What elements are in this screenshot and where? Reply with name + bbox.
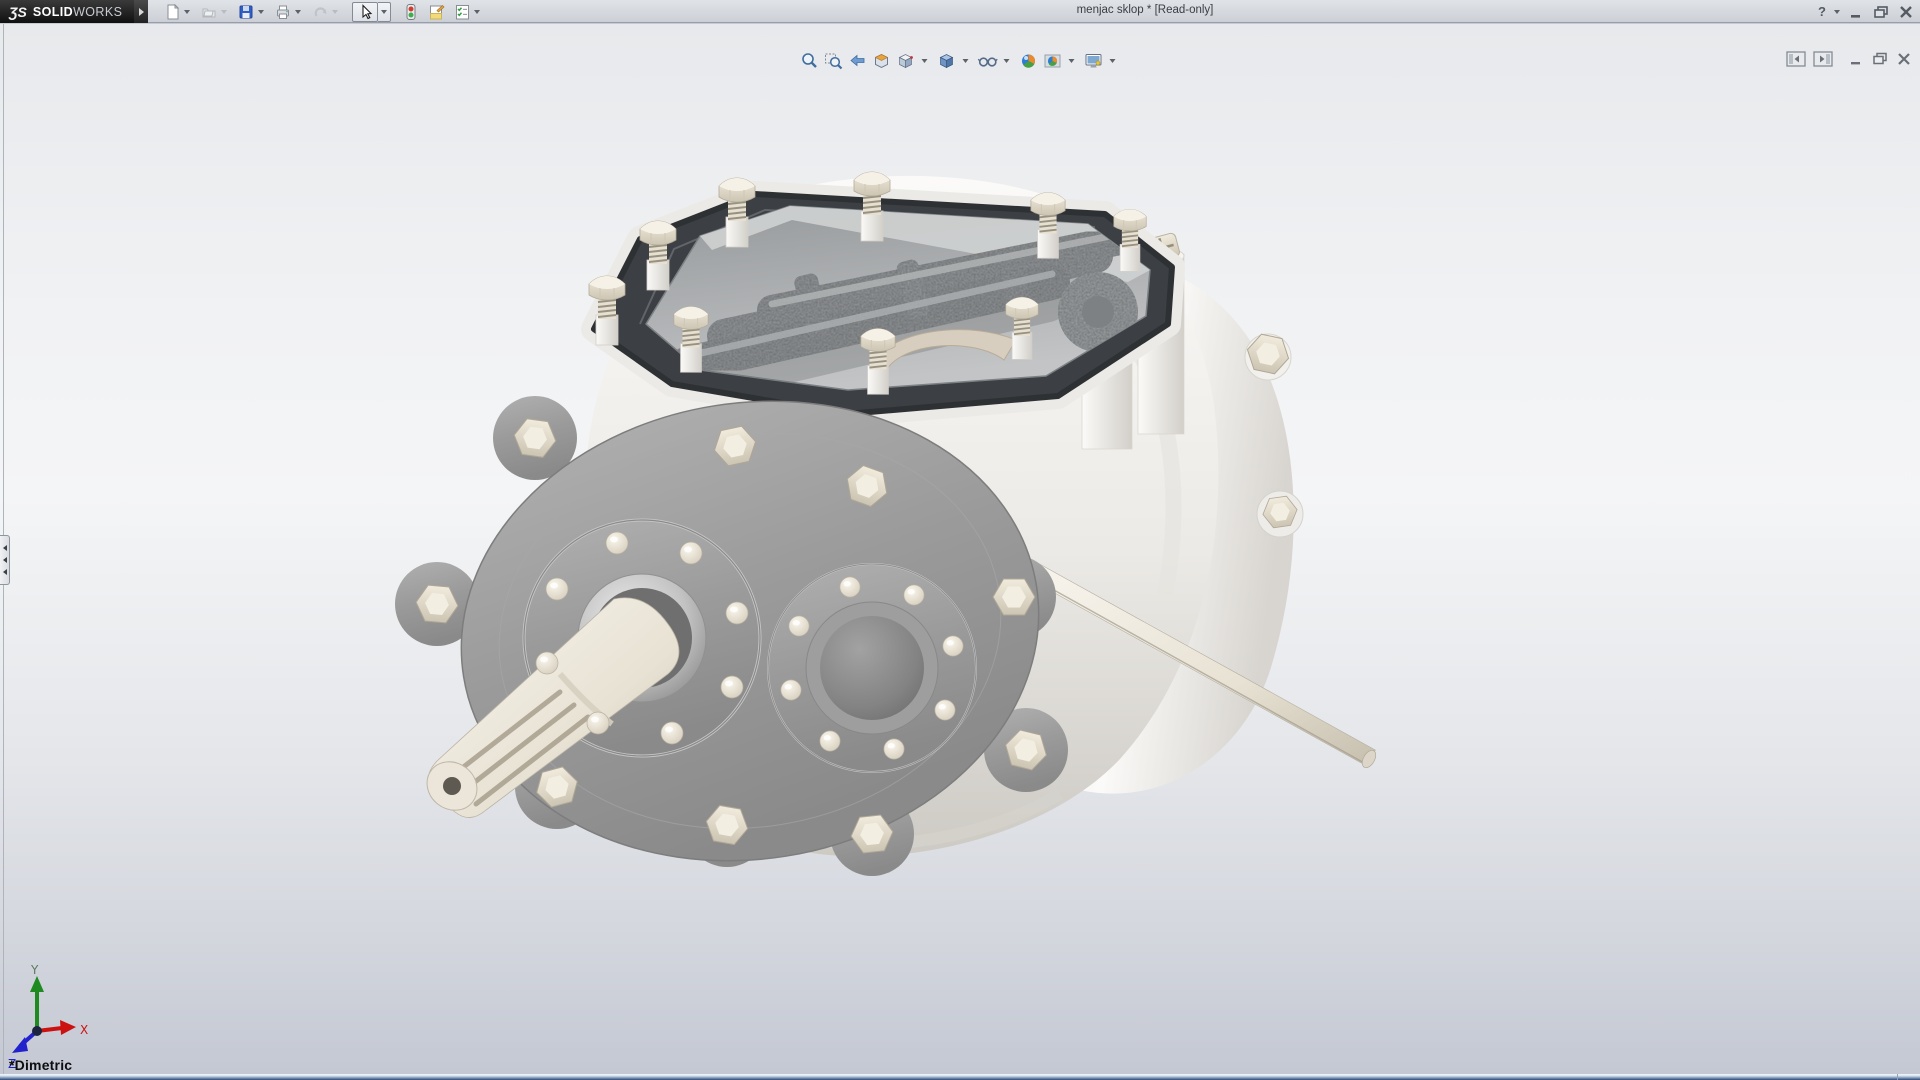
- restore-button[interactable]: [1872, 5, 1890, 19]
- view-settings-icon: [1084, 51, 1104, 71]
- select-cursor-icon: [356, 3, 374, 21]
- select-button[interactable]: [351, 1, 392, 22]
- status-bar-separator: [1897, 1074, 1898, 1080]
- section-view-button[interactable]: [871, 51, 893, 71]
- menu-expand-button[interactable]: [134, 0, 148, 23]
- minimize-button[interactable]: [1848, 5, 1864, 19]
- view-orientation-icon: [896, 51, 916, 71]
- new-document-button[interactable]: [162, 1, 197, 22]
- hide-show-items-icon: [977, 51, 999, 71]
- save-button[interactable]: [236, 1, 271, 22]
- print-dropdown[interactable]: [295, 10, 301, 14]
- main-toolbar: [162, 0, 489, 23]
- select-active-frame: [352, 2, 378, 22]
- view-settings-button[interactable]: [1083, 51, 1105, 71]
- splitter-arrow-icon: [3, 557, 7, 563]
- new-document-dropdown[interactable]: [184, 10, 190, 14]
- display-style-button[interactable]: [936, 51, 958, 71]
- view-settings-dropdown[interactable]: [1110, 59, 1116, 63]
- view-orientation-dropdown[interactable]: [922, 59, 928, 63]
- undo-dropdown[interactable]: [332, 10, 338, 14]
- triad-x-label: X: [80, 1023, 88, 1037]
- collapse-pane-button[interactable]: [1786, 51, 1806, 67]
- rebuild-button[interactable]: [400, 1, 420, 22]
- apply-scene-dropdown[interactable]: [1069, 59, 1075, 63]
- expand-pane-button[interactable]: [1813, 51, 1833, 67]
- document-restore-button[interactable]: [1871, 52, 1889, 66]
- heads-up-toolbar: [799, 51, 1122, 71]
- file-properties-button[interactable]: [426, 1, 446, 22]
- apply-scene-icon: [1043, 51, 1063, 71]
- previous-view-button[interactable]: [847, 51, 869, 71]
- model-viewport[interactable]: Y X Z: [0, 24, 1920, 1075]
- splitter-arrow-icon: [3, 545, 7, 551]
- reference-triad: Y X Z: [8, 963, 88, 1071]
- save-icon: [237, 3, 255, 21]
- save-dropdown[interactable]: [258, 10, 264, 14]
- options-button[interactable]: [452, 1, 487, 22]
- rebuild-traffic-light-icon: [401, 3, 419, 21]
- view-orientation-button[interactable]: [895, 51, 917, 71]
- brand-name-bold: SOLID: [33, 5, 73, 19]
- new-document-icon: [163, 3, 181, 21]
- open-icon: [200, 3, 218, 21]
- open-button[interactable]: [199, 1, 234, 22]
- gear-hub[interactable]: [1082, 296, 1114, 328]
- menu-expand-icon: [139, 8, 144, 16]
- solidworks-logo: ƷS SOLID WORKS: [0, 0, 134, 23]
- edit-appearance-icon: [1019, 51, 1039, 71]
- display-style-icon: [937, 51, 957, 71]
- select-dropdown[interactable]: [378, 2, 391, 22]
- open-dropdown[interactable]: [221, 10, 227, 14]
- output-bearing-cover[interactable]: [768, 564, 976, 772]
- document-minimize-button[interactable]: [1848, 52, 1864, 66]
- print-button[interactable]: [273, 1, 308, 22]
- file-properties-icon: [427, 3, 445, 21]
- help-button[interactable]: ?: [1818, 4, 1826, 19]
- brand-name-light: WORKS: [73, 5, 122, 19]
- status-bar: [0, 1074, 1920, 1080]
- zoom-to-area-button[interactable]: [823, 51, 845, 71]
- splitter-arrow-icon: [3, 569, 7, 575]
- zoom-to-fit-icon: [800, 51, 820, 71]
- triad-y-label: Y: [30, 963, 39, 977]
- previous-view-icon: [848, 51, 868, 71]
- window-controls: ?: [1818, 0, 1914, 23]
- graphics-viewport[interactable]: Y X Z: [0, 24, 1920, 1075]
- zoom-to-area-icon: [824, 51, 844, 71]
- zoom-to-fit-button[interactable]: [799, 51, 821, 71]
- title-bar: ƷS SOLID WORKS: [0, 0, 1920, 23]
- close-button[interactable]: [1898, 5, 1914, 19]
- undo-icon: [311, 3, 329, 21]
- section-view-icon: [872, 51, 892, 71]
- document-close-button[interactable]: [1896, 52, 1912, 66]
- window-title: menjac sklop * [Read-only]: [960, 4, 1330, 16]
- view-orientation-label: *Dimetric: [9, 1057, 72, 1073]
- edit-appearance-button[interactable]: [1018, 51, 1040, 71]
- hide-show-items-button[interactable]: [977, 51, 999, 71]
- brand-glyph: ƷS: [9, 4, 27, 20]
- hide-show-items-dropdown[interactable]: [1004, 59, 1010, 63]
- undo-button[interactable]: [310, 1, 345, 22]
- options-dropdown[interactable]: [474, 10, 480, 14]
- display-style-dropdown[interactable]: [963, 59, 969, 63]
- feature-manager-splitter-tab[interactable]: [0, 535, 10, 585]
- print-icon: [274, 3, 292, 21]
- options-icon: [453, 3, 471, 21]
- apply-scene-button[interactable]: [1042, 51, 1064, 71]
- document-window-controls: [1786, 51, 1912, 67]
- help-dropdown[interactable]: [1834, 10, 1840, 14]
